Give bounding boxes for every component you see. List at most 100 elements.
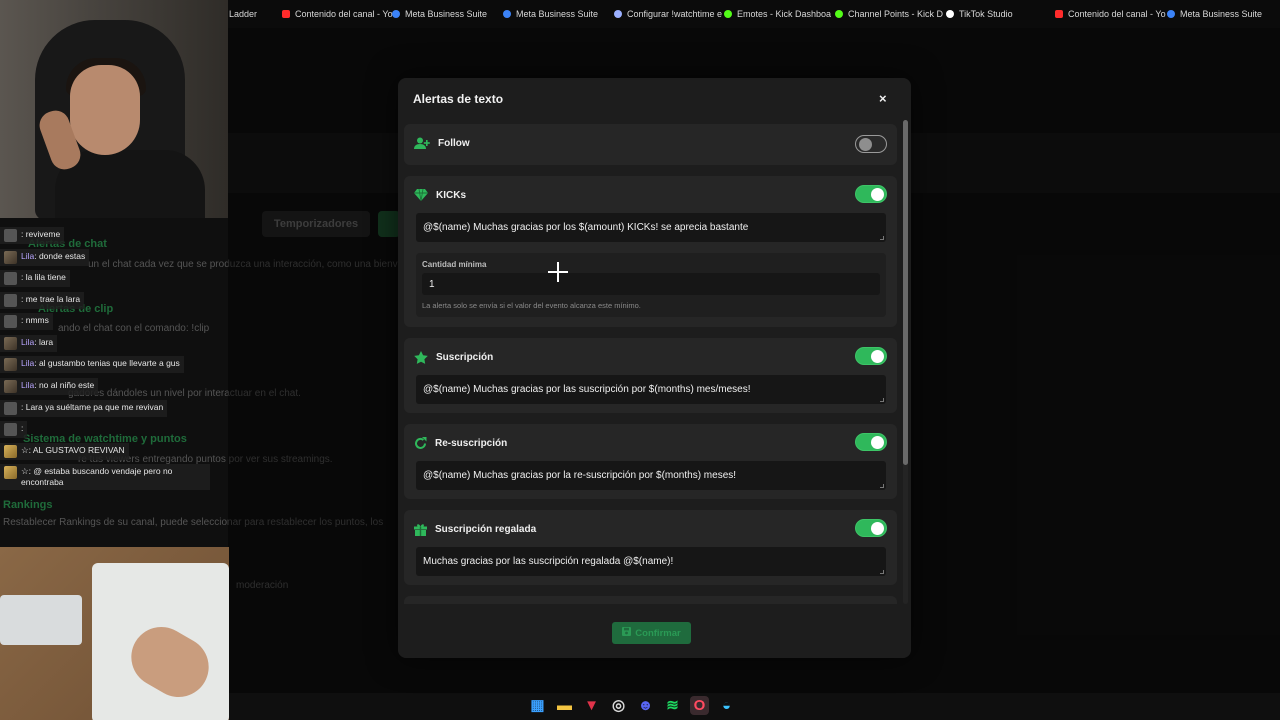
- bookmark-item[interactable]: Configurar !watchtime e: [614, 9, 722, 19]
- chat-text: : nmms: [21, 315, 49, 325]
- keyboard: [0, 595, 82, 645]
- scrollbar-thumb[interactable]: [903, 120, 908, 465]
- meta-icon: [392, 10, 400, 18]
- chat-username: Lila: [21, 251, 35, 261]
- kicks-message-text: @$(name) Muchas gracias por los $(amount…: [423, 222, 749, 233]
- star-icon: [414, 351, 428, 364]
- modal-scroll-area[interactable]: Follow KICKs @$(name) Muchas gracias por…: [404, 124, 897, 604]
- youtube-icon: [282, 10, 290, 18]
- chat-message: : reviveme: [0, 227, 65, 244]
- save-icon: [622, 627, 632, 639]
- chat-message: ☆: @ estaba buscando vendaje pero no enc…: [0, 464, 210, 490]
- minimum-label: Cantidad mínima: [422, 260, 487, 269]
- kicks-header: KICKs: [414, 189, 466, 201]
- webcam-overlay: [0, 0, 228, 218]
- bookmark-label: Contenido del canal - Yo: [295, 9, 393, 19]
- modal-scrollbar[interactable]: [903, 120, 908, 604]
- resize-grip-icon[interactable]: [880, 398, 884, 402]
- avatar: [4, 445, 17, 458]
- obs-icon[interactable]: ◎: [609, 696, 628, 715]
- chat-message: ☆: AL GUSTAVO REVIVAN: [0, 443, 129, 460]
- resize-grip-icon[interactable]: [880, 236, 884, 240]
- kick-icon: [835, 10, 843, 18]
- discord-icon[interactable]: ☻: [636, 696, 655, 715]
- chat-text: : donde estas: [34, 251, 86, 261]
- subscription-toggle[interactable]: [855, 347, 887, 365]
- close-button[interactable]: ×: [879, 91, 887, 106]
- gifted-subscription-message-text: Muchas gracias por las suscripción regal…: [423, 556, 674, 567]
- resubscription-header: Re-suscripción: [414, 437, 507, 450]
- chat-username: Lila: [21, 358, 35, 368]
- bookmark-item[interactable]: Contenido del canal - Yo: [282, 9, 393, 19]
- chat-text: : Lara ya suéltame pa que me revivan: [21, 402, 164, 412]
- chat-message-body: : me trae la lara: [21, 294, 80, 305]
- app-red-icon[interactable]: ▼: [582, 696, 601, 715]
- bookmark-item[interactable]: Channel Points - Kick D: [835, 9, 943, 19]
- follow-toggle[interactable]: [855, 135, 887, 153]
- chat-text: : al gustambo tenias que llevarte a gus: [34, 358, 180, 368]
- chat-message: Lila: lara: [0, 335, 58, 352]
- chat-message-body: : Lara ya suéltame pa que me revivan: [21, 402, 163, 413]
- resize-grip-icon[interactable]: [880, 484, 884, 488]
- modal-title: Alertas de texto: [413, 92, 504, 106]
- meta-icon: [1167, 10, 1175, 18]
- confirm-button[interactable]: Confirmar: [612, 622, 691, 644]
- bookmark-item[interactable]: Emotes - Kick Dashboa: [724, 9, 831, 19]
- app-blue-icon[interactable]: ◒: [717, 696, 736, 715]
- opera-icon[interactable]: O: [690, 695, 709, 715]
- subscription-message-field[interactable]: @$(name) Muchas gracias por las suscripc…: [416, 375, 886, 404]
- chat-message-body: : nmms: [21, 315, 49, 326]
- bookmark-item[interactable]: Contenido del canal - Yo: [1055, 9, 1166, 19]
- bookmark-label: Configurar !watchtime e: [627, 9, 723, 19]
- chat-text: : reviveme: [21, 229, 61, 239]
- subscription-label: Suscripción: [436, 352, 494, 363]
- chat-message-body: ☆: AL GUSTAVO REVIVAN: [21, 445, 125, 456]
- chat-message: : me trae la lara: [0, 292, 85, 309]
- resubscription-message-text: @$(name) Muchas gracias por la re-suscri…: [423, 470, 737, 481]
- gifted-subscription-message-field[interactable]: Muchas gracias por las suscripción regal…: [416, 547, 886, 576]
- resubscription-message-field[interactable]: @$(name) Muchas gracias por la re-suscri…: [416, 461, 886, 490]
- kicks-message-field[interactable]: @$(name) Muchas gracias por los $(amount…: [416, 213, 886, 242]
- resize-grip-icon[interactable]: [880, 570, 884, 574]
- minimum-amount-input[interactable]: 1: [422, 273, 880, 295]
- chat-text: : lara: [34, 337, 54, 347]
- kick-icon: [724, 10, 732, 18]
- gifted-subscription-toggle[interactable]: [855, 519, 887, 537]
- chat-text: : no al niño este: [34, 380, 95, 390]
- avatar: [4, 229, 17, 242]
- chat-message: : Lara ya suéltame pa que me revivan: [0, 400, 168, 417]
- kicks-minimum-box: Cantidad mínima 1 La alerta solo se enví…: [416, 253, 886, 317]
- user-plus-icon: [414, 137, 430, 150]
- bookmark-item[interactable]: Meta Business Suite: [392, 9, 487, 19]
- chat-text: : me trae la lara: [21, 294, 81, 304]
- subscription-message-text: @$(name) Muchas gracias por las suscripc…: [423, 384, 751, 395]
- bookmark-item[interactable]: Meta Business Suite: [1167, 9, 1262, 19]
- follow-label: Follow: [438, 138, 470, 149]
- bookmark-item[interactable]: TikTok Studio: [946, 9, 1013, 19]
- kicks-toggle[interactable]: [855, 185, 887, 203]
- bookmark-label: Contenido del canal - Yo: [1068, 9, 1166, 19]
- spotify-icon[interactable]: ≋: [663, 696, 682, 715]
- confirm-label: Confirmar: [635, 627, 681, 639]
- mouse-cursor-crosshair: [548, 262, 568, 282]
- avatar: [4, 315, 17, 328]
- chat-message: Lila: no al niño este: [0, 378, 99, 395]
- bookmark-item[interactable]: Meta Business Suite: [503, 9, 598, 19]
- file-explorer-icon[interactable]: ▬: [555, 696, 574, 715]
- bookmark-label: Meta Business Suite: [405, 9, 488, 19]
- windows-start-icon[interactable]: ▦: [528, 696, 547, 715]
- avatar: [4, 402, 17, 415]
- bookmark-label: TikTok Studio: [959, 9, 1013, 19]
- subscription-header: Suscripción: [414, 351, 493, 364]
- background-heading: Rankings: [3, 499, 53, 511]
- avatar: [4, 272, 17, 285]
- bookmark-item[interactable]: Ladder: [229, 9, 257, 19]
- avatar: [4, 380, 17, 393]
- text-alerts-modal: Alertas de texto × Follow KICKs @$(name)…: [398, 78, 911, 658]
- resubscription-toggle[interactable]: [855, 433, 887, 451]
- chat-text: ☆: AL GUSTAVO REVIVAN: [21, 445, 125, 455]
- chat-message-body: Lila: al gustambo tenias que llevarte a …: [21, 358, 180, 369]
- chat-message-body: : reviveme: [21, 229, 60, 240]
- taskbar: ▦ ▬ ▼ ◎ ☻ ≋ O ◒: [528, 692, 758, 718]
- follow-card: Follow: [404, 124, 897, 165]
